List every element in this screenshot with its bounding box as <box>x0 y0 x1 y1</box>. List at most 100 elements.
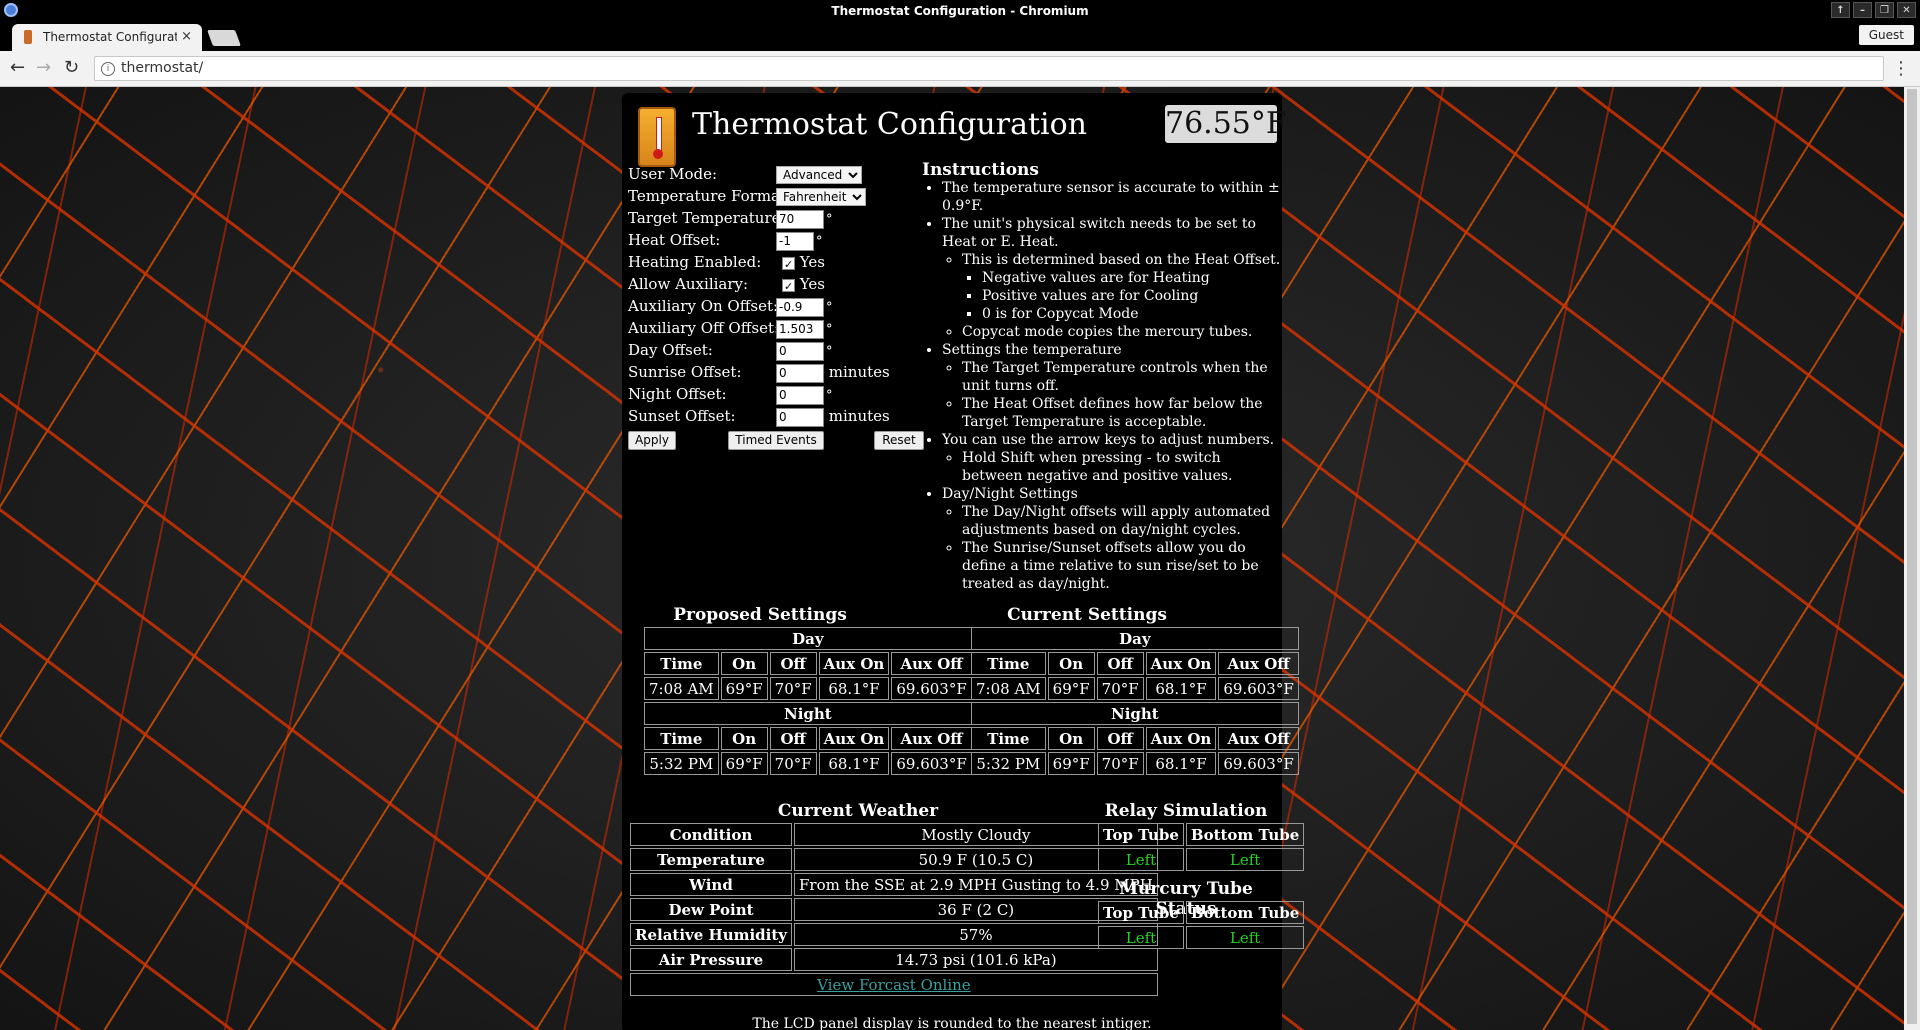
scrollbar-thumb[interactable] <box>1907 89 1917 1024</box>
aux-on-offset-label: Auxiliary On Offset: <box>628 297 779 315</box>
instruction-subitem: Negative values are for Heating <box>982 269 1282 287</box>
allow-auxiliary-label: Allow Auxiliary: <box>628 275 749 293</box>
instruction-subitem: The Heat Offset defines how far below th… <box>962 395 1282 431</box>
instructions-title: Instructions <box>922 160 1039 180</box>
instruction-subitem: Positive values are for Cooling <box>982 287 1282 305</box>
window-title: Thermostat Configuration - Chromium <box>831 4 1089 18</box>
address-url: thermostat/ <box>121 60 204 76</box>
degree-unit: ° <box>816 234 823 249</box>
proposed-settings-title: Proposed Settings <box>673 605 847 625</box>
heat-offset-input[interactable] <box>776 231 814 251</box>
instruction-subitem: Hold Shift when pressing - to switch bet… <box>962 449 1282 485</box>
degree-unit: ° <box>826 300 833 315</box>
day-header: Day <box>971 627 1299 650</box>
table-row: Time On Off Aux On Aux Off <box>971 727 1299 750</box>
degree-unit: ° <box>826 388 833 403</box>
thermostat-panel: Thermostat Configuration 76.55°F User Mo… <box>622 93 1305 1030</box>
back-arrow-icon[interactable]: ← <box>10 58 25 78</box>
day-offset-input[interactable] <box>776 341 824 361</box>
user-mode-select[interactable]: Advanced <box>776 166 862 184</box>
reset-button[interactable]: Reset <box>874 431 924 450</box>
page-scrollbar[interactable] <box>1904 87 1920 1030</box>
table-row: Time On Off Aux On Aux Off <box>971 652 1299 675</box>
footnote: The LCD panel display is rounded to the … <box>752 1016 1152 1030</box>
degree-unit: ° <box>826 344 833 359</box>
allow-auxiliary-checkbox[interactable] <box>782 276 795 298</box>
view-forecast-link[interactable]: View Forcast Online <box>817 976 971 994</box>
weather-table: Condition Mostly Cloudy Temperature 50.9 F… <box>628 821 1160 998</box>
table-row: 5:32 PM 69°F 70°F 68.1°F 69.603°F <box>971 752 1299 775</box>
instructions-section: Instructions The temperature sensor is a… <box>922 161 1282 593</box>
instruction-item: Day/Night Settings The Day/Night offsets… <box>942 485 1282 593</box>
chromium-icon <box>4 3 18 17</box>
instruction-item: The unit's physical switch needs to be s… <box>942 215 1282 341</box>
forward-arrow-icon[interactable]: → <box>36 58 51 78</box>
heating-enabled-text: Yes <box>799 253 825 271</box>
allow-auxiliary-text: Yes <box>799 275 825 293</box>
browser-menu-icon[interactable]: ⋮ <box>1892 58 1910 79</box>
apply-button[interactable]: Apply <box>628 431 676 450</box>
instruction-item: Settings the temperature The Target Temp… <box>942 341 1282 431</box>
heat-offset-label: Heat Offset: <box>628 231 721 249</box>
timed-events-button[interactable]: Timed Events <box>728 431 824 450</box>
mercury-tube-status-table: Top Tube Bottom Tube Left Left <box>1096 899 1306 951</box>
instruction-item: You can use the arrow keys to adjust num… <box>942 431 1282 485</box>
tab-strip: Thermostat Configuration × Guest <box>0 22 1920 51</box>
table-row: Left Left <box>1098 848 1305 871</box>
table-row: Temperature 50.9 F (10.5 C) <box>630 848 1158 871</box>
current-settings-table: Day Time On Off Aux On Aux Off 7:08 AM 69°F 70… <box>969 625 1301 777</box>
current-settings-title: Current Settings <box>1007 605 1167 625</box>
aux-off-offset-label: Auxiliary Off Offset: <box>628 319 780 337</box>
temperature-format-label: Temperature Format: <box>628 187 792 205</box>
tab-close-icon[interactable]: × <box>181 29 192 44</box>
relay-simulation-title: Relay Simulation <box>1104 801 1268 821</box>
table-row: Top Tube Bottom Tube <box>1098 823 1305 846</box>
info-icon[interactable]: i <box>101 62 115 76</box>
table-row: Condition Mostly Cloudy <box>630 823 1158 846</box>
instruction-subitem: 0 is for Copycat Mode <box>982 305 1282 323</box>
window-maximize-button[interactable]: ❐ <box>1875 2 1894 18</box>
sunset-offset-input[interactable] <box>776 407 824 427</box>
table-row: 7:08 AM 69°F 70°F 68.1°F 69.603°F <box>644 677 972 700</box>
guest-profile-button[interactable]: Guest <box>1858 25 1914 45</box>
target-temperature-input[interactable] <box>776 209 824 229</box>
table-row: 5:32 PM 69°F 70°F 68.1°F 69.603°F <box>644 752 972 775</box>
window-close-button[interactable]: ✕ <box>1897 2 1916 18</box>
table-row: Relative Humidity 57% <box>630 923 1158 946</box>
new-tab-button[interactable] <box>207 30 241 46</box>
heating-enabled-label: Heating Enabled: <box>628 253 762 271</box>
aux-off-offset-input[interactable] <box>776 319 824 339</box>
browser-tab[interactable]: Thermostat Configuration × <box>12 24 202 51</box>
thermometer-favicon-icon <box>24 30 32 44</box>
table-row: Left Left <box>1098 926 1305 949</box>
proposed-settings-table: Day Time On Off Aux On Aux Off 7:08 AM 69°F 70… <box>642 625 974 777</box>
window-up-button[interactable]: ↑ <box>1831 2 1850 18</box>
tab-title: Thermostat Configuration <box>43 30 177 44</box>
window-minimize-button[interactable]: – <box>1853 2 1872 18</box>
aux-on-offset-input[interactable] <box>776 297 824 317</box>
day-offset-label: Day Offset: <box>628 341 713 359</box>
table-row: 7:08 AM 69°F 70°F 68.1°F 69.603°F <box>971 677 1299 700</box>
current-weather-title: Current Weather <box>777 801 939 821</box>
table-row: Dew Point 36 F (2 C) <box>630 898 1158 921</box>
sunrise-offset-input[interactable] <box>776 363 824 383</box>
relay-simulation-table: Top Tube Bottom Tube Left Left <box>1096 821 1306 873</box>
target-temperature-label: Target Temperature: <box>628 209 786 227</box>
night-offset-label: Night Offset: <box>628 385 727 403</box>
table-row: Time On Off Aux On Aux Off <box>644 727 972 750</box>
sunset-offset-label: Sunset Offset: <box>628 407 736 425</box>
instruction-subitem: The Sunrise/Sunset offsets allow you do … <box>962 539 1282 593</box>
heating-enabled-checkbox[interactable] <box>782 254 795 276</box>
minutes-unit: minutes <box>828 363 890 381</box>
window-titlebar: Thermostat Configuration - Chromium ↑ – … <box>0 0 1920 22</box>
night-header: Night <box>971 702 1299 725</box>
instruction-item: The temperature sensor is accurate to wi… <box>942 179 1282 215</box>
table-row: Air Pressure 14.73 psi (101.6 kPa) <box>630 948 1158 971</box>
address-bar[interactable]: i thermostat/ <box>94 56 1884 81</box>
minutes-unit: minutes <box>828 407 890 425</box>
thermometer-icon <box>638 107 676 167</box>
night-offset-input[interactable] <box>776 385 824 405</box>
instruction-subitem: This is determined based on the Heat Off… <box>962 251 1282 323</box>
reload-icon[interactable]: ↻ <box>64 58 79 78</box>
temperature-format-select[interactable]: Fahrenheit <box>776 188 866 206</box>
